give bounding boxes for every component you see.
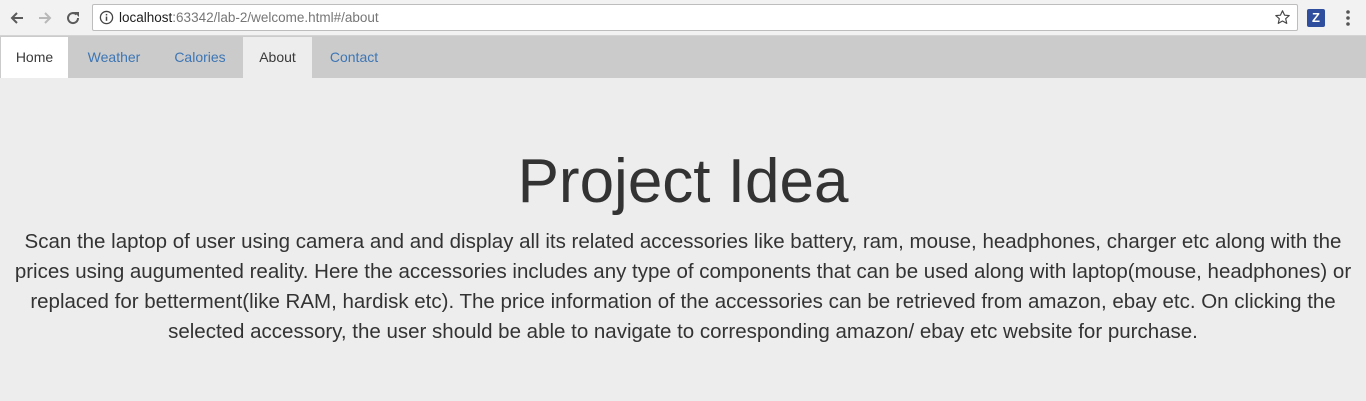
url-path: :63342/lab-2/welcome.html#/about — [172, 10, 379, 25]
navbar: Home Weather Calories About Contact — [0, 36, 1366, 78]
address-bar[interactable]: localhost:63342/lab-2/welcome.html#/abou… — [92, 4, 1298, 31]
info-icon[interactable] — [99, 10, 114, 25]
tab-home[interactable]: Home — [1, 37, 68, 78]
bookmark-star-icon[interactable] — [1274, 9, 1291, 26]
tab-weather[interactable]: Weather — [70, 37, 158, 78]
reload-icon — [67, 12, 80, 25]
reload-button[interactable] — [61, 6, 85, 30]
more-menu-icon[interactable] — [1340, 8, 1356, 28]
page-title: Project Idea — [517, 147, 849, 216]
arrow-left-icon — [10, 12, 23, 24]
url-text: localhost:63342/lab-2/welcome.html#/abou… — [119, 10, 379, 26]
url-host: localhost — [119, 10, 173, 25]
browser-toolbar: localhost:63342/lab-2/welcome.html#/abou… — [0, 0, 1366, 36]
tab-contact[interactable]: Contact — [312, 37, 396, 78]
tab-about[interactable]: About — [243, 37, 312, 78]
forward-button[interactable] — [33, 6, 57, 30]
back-button[interactable] — [5, 6, 29, 30]
extension-icon[interactable]: Z — [1307, 9, 1325, 27]
tab-calories[interactable]: Calories — [158, 37, 242, 78]
project-description: Scan the laptop of user using camera and… — [14, 230, 1352, 343]
arrow-right-icon — [39, 12, 52, 24]
